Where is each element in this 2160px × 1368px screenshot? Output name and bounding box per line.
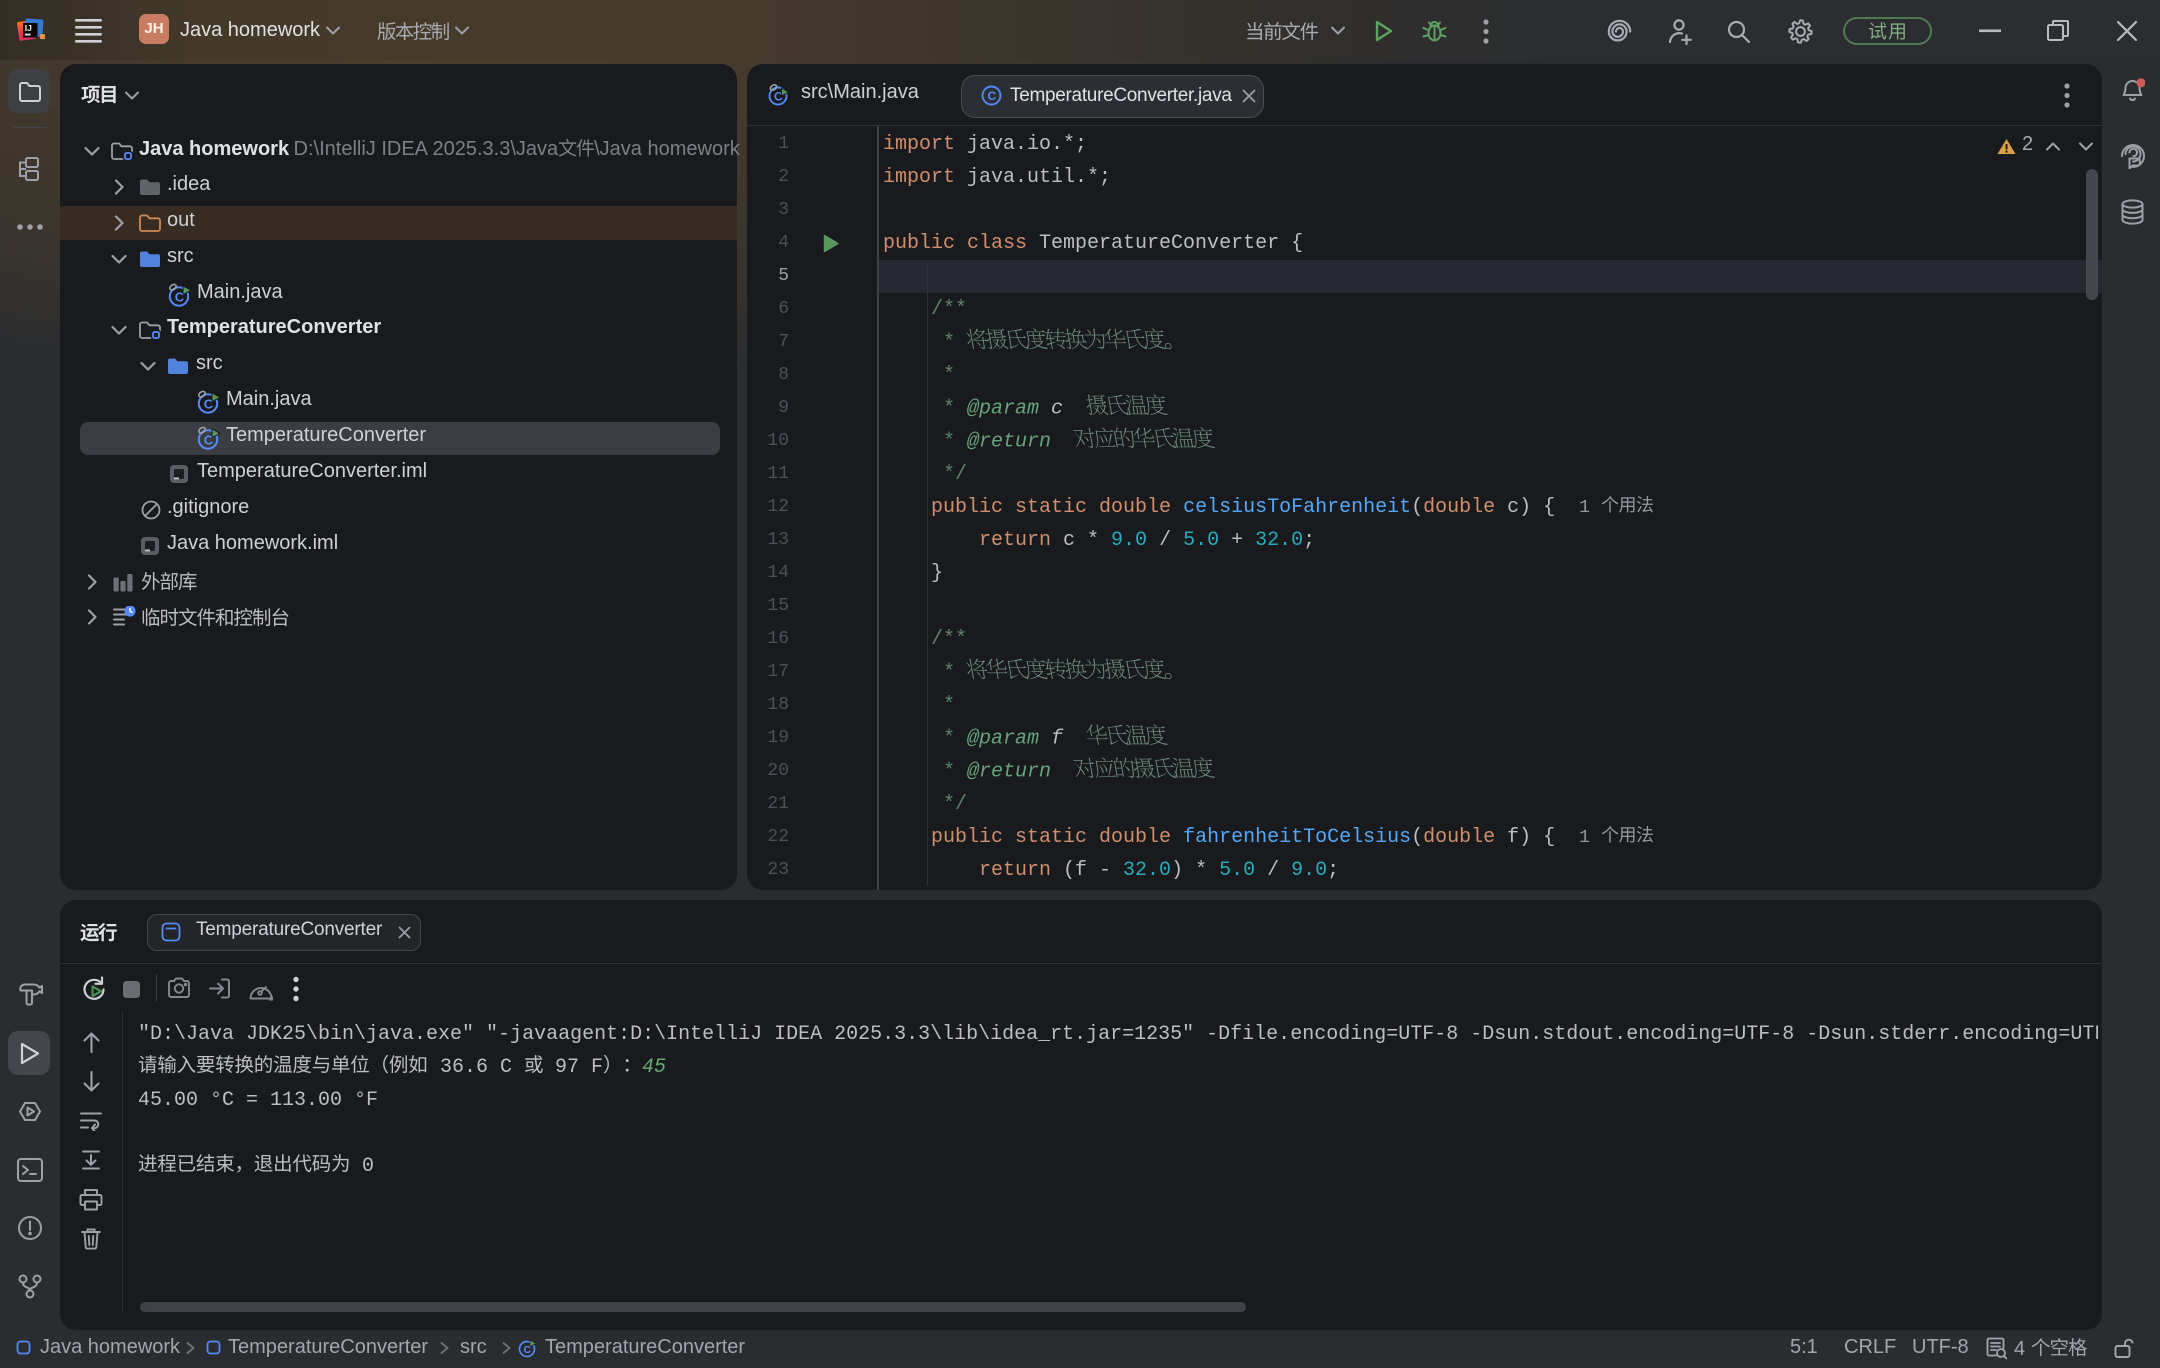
svg-text:C: C: [988, 89, 997, 103]
svg-text:IJ: IJ: [25, 23, 32, 33]
